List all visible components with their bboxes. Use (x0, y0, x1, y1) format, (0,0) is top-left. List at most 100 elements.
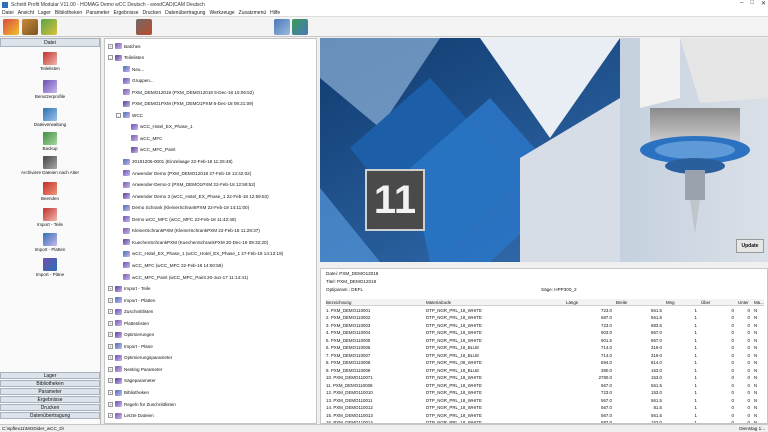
tree-node[interactable]: + Import - Platten (108, 296, 155, 304)
menu-parameter[interactable]: Parameter (86, 10, 109, 16)
panel-tab-parameter[interactable]: Parameter (0, 388, 100, 395)
panel-item-beenden[interactable]: Beenden (0, 182, 100, 201)
tree-node[interactable]: PXM_DEMO1PXM (PXM_DEMO1PXM 6-Dec-18 09:2… (116, 100, 253, 108)
tree-node[interactable]: + Batches (108, 42, 141, 50)
panel-tab-drucken[interactable]: Drucken (0, 404, 100, 411)
panel-header-datei[interactable]: Datei (0, 38, 100, 47)
table-row[interactable]: 11. PXM_DEMO110008 DTP_NGR_PRL_18_WHITE 56… (326, 382, 764, 389)
tree-node[interactable]: + Import - Teile (108, 285, 150, 293)
table-row[interactable]: 13. PXM_DEMO110011 DTP_NGR_PRL_18_WHITE 56… (326, 397, 764, 404)
panel-item-benutzerprofile[interactable]: Benutzerprofile (0, 80, 100, 99)
tree-node[interactable]: + Bibliotheken (108, 389, 149, 397)
menu-ansicht[interactable]: Ansicht (18, 10, 34, 16)
table-row[interactable]: 7. PXM_DEMO110007 DTP_NGR_PRL_18_BLUE 714.… (326, 352, 764, 359)
menu-ergebnisse[interactable]: Ergebnisse (113, 10, 138, 16)
expander-icon[interactable]: + (108, 286, 113, 292)
tree-node[interactable]: wCC_MFC (124, 134, 162, 142)
expander-icon[interactable]: + (108, 401, 113, 407)
tree-node[interactable]: Demo wCC_MFC (wCC_MFC 22-Feb-18 11:42:48… (116, 215, 236, 223)
tree-node[interactable]: - Teilelisten (108, 54, 144, 62)
close-icon[interactable]: ✕ (761, 0, 766, 7)
tree-node[interactable]: 20181205-0001 (Einzelaage 22-Feb-18 11:2… (116, 158, 233, 166)
menu-hilfe[interactable]: Hilfe (270, 10, 280, 16)
tree-node[interactable]: KleinerSchrankPXM (KleinerSchrankPXM 22-… (116, 227, 260, 235)
tree-node[interactable]: + Letzte Dateien (108, 412, 154, 420)
tree-node[interactable]: wCC_MFC_Paint (124, 146, 175, 154)
tree-node[interactable]: + Sägeparameter (108, 377, 156, 385)
tool-open-icon[interactable] (22, 19, 38, 35)
expander-icon[interactable]: + (108, 297, 113, 303)
table-row[interactable]: 8. PXM_DEMO110008 DTP_NGR_PRL_08_WHITE 694… (326, 359, 764, 366)
maximize-icon[interactable]: □ (750, 0, 754, 7)
table-row[interactable]: 2. PXM_DEMO110002 DTP_NGR_PRL_18_WHITE 687… (326, 314, 764, 321)
expander-icon[interactable]: + (108, 320, 113, 326)
table-row[interactable]: 12. PXM_DEMO110010 DTP_NGR_PRL_18_WHITE 72… (326, 389, 764, 396)
expander-icon[interactable]: - (116, 112, 121, 118)
expander-icon[interactable]: + (108, 366, 113, 372)
menu-datenuebertragung[interactable]: Datenübertragung (165, 10, 205, 16)
tree-node[interactable]: wCC_MFC_Paint (wCC_MFC_Paint 20-Jun-17 1… (116, 273, 248, 281)
tool-machine-icon[interactable] (274, 19, 290, 35)
panel-item-backup[interactable]: Backup (0, 132, 100, 151)
tree-node[interactable]: + Nesting Parameter (108, 365, 162, 373)
table-row[interactable]: 3. PXM_DEMO110003 DTP_NGR_PRL_18_WHITE 723… (326, 322, 764, 329)
expander-icon[interactable]: + (108, 309, 113, 315)
minimize-icon[interactable]: – (740, 0, 743, 7)
tree-node[interactable]: wCC_Hotel_EX_Phase_1 (wCC_Hotel_EX_Phase… (116, 250, 283, 258)
table-row[interactable]: 6. PXM_DEMO110006 DTP_NGR_PRL_18_BLUE 714.… (326, 344, 764, 351)
tree-node[interactable]: + Optimierungsparameter (108, 354, 172, 362)
panel-item-import-platten[interactable]: Import - Platten (0, 233, 100, 252)
update-button[interactable]: Update (736, 239, 764, 253)
expander-icon[interactable]: + (108, 378, 113, 384)
tree-node[interactable]: + Regeln für Zuschnittlisten (108, 400, 176, 408)
tree-node[interactable]: + Import - Pläne (108, 342, 153, 350)
tree-node[interactable]: Anwender Demo (PXM_DEMO12018 27-Feb-18 1… (116, 169, 251, 177)
table-row[interactable]: 14. PXM_DEMO110012 DTP_NGR_PRL_18_WHITE 56… (326, 404, 764, 411)
table-row[interactable]: 9. PXM_DEMO110009 DTP_NGR_PRL_18_BLUE 380.… (326, 367, 764, 374)
tree-node[interactable]: Anwender-Demo-2 (PXM_DEMO1PXM 22-Feb-18 … (116, 181, 255, 189)
panel-tab-bibliotheken[interactable]: Bibliotheken (0, 380, 100, 387)
tool-save-icon[interactable] (41, 19, 57, 35)
table-row[interactable]: 10. PXM_DEMO110071 DTP_NGR_PRL_18_WHITE 27… (326, 374, 764, 381)
expander-icon[interactable]: + (108, 355, 113, 361)
expander-icon[interactable]: + (108, 43, 113, 49)
panel-item-import-teile[interactable]: Import - Teile (0, 208, 100, 227)
expander-icon[interactable]: + (108, 413, 113, 419)
panel-tab-lager[interactable]: Lager (0, 372, 100, 379)
menu-lager[interactable]: Lager (38, 10, 51, 16)
table-row[interactable]: 4. PXM_DEMO110004 DTP_NGR_PRL_18_WHITE 903… (326, 329, 764, 336)
panel-item-teilelisten[interactable]: Teilelisten (0, 52, 100, 71)
tree-node[interactable]: wCC_Hotel_EX_Phase_1 (124, 123, 193, 131)
tree-node[interactable]: + Zuschnittlisten (108, 308, 153, 316)
tool-transfer-icon[interactable] (292, 19, 308, 35)
tree-node[interactable]: PXM_DEMO12018 (PXM_DEMO12018 5-Dec-18 10… (116, 88, 254, 96)
tree-node[interactable]: Demo Schrank (KleinerSchrankPXM 22-Feb-1… (116, 204, 249, 212)
tree-node[interactable]: - WCC (116, 111, 143, 119)
tree-node[interactable]: Gruppen... (116, 77, 154, 85)
expander-icon[interactable]: - (108, 55, 113, 61)
panel-tab-datenuebertragung[interactable]: Datenübertragung (0, 412, 100, 419)
panel-tab-ergebnisse[interactable]: Ergebnisse (0, 396, 100, 403)
tree-node[interactable]: + Optimierungen (108, 331, 154, 339)
panel-item-import-plaene[interactable]: Import - Pläne (0, 258, 100, 277)
menu-zusatzmenue[interactable]: Zusatzmenü (239, 10, 267, 16)
menu-bibliotheken[interactable]: Bibliotheken (55, 10, 82, 16)
tool-new-icon[interactable] (3, 19, 19, 35)
expander-icon[interactable]: + (108, 343, 113, 349)
table-row[interactable]: 15. PXM_DEMO110013 DTP_NGR_PRL_18_WHITE 56… (326, 412, 764, 419)
expander-icon[interactable]: + (108, 332, 113, 338)
panel-item-archiv[interactable]: Archiviere Dateien nach Alter (0, 156, 100, 175)
panel-item-dateiverwaltung[interactable]: Dateiverwaltung (0, 108, 100, 127)
menu-drucken[interactable]: Drucken (143, 10, 162, 16)
table-row[interactable]: 5. PXM_DEMO110005 DTP_NGR_PRL_18_WHITE 901… (326, 337, 764, 344)
menu-werkzeuge[interactable]: Werkzeuge (209, 10, 234, 16)
tree-node[interactable]: KuechenSchrankPXM (KuechenSchrankPXM 20-… (116, 238, 268, 246)
menu-datei[interactable]: Datei (2, 10, 14, 16)
tree-node[interactable]: + Plattenlisten (108, 319, 149, 327)
tree-node[interactable]: Neu... (116, 65, 144, 73)
tree-node[interactable]: Anwender Demo 3 (wCC_Hotel_EX_Phase_1 22… (116, 192, 269, 200)
table-row[interactable]: 1. PXM_DEMO110001 DTP_NGR_PRL_18_WHITE 723… (326, 307, 764, 314)
tool-optimize-icon[interactable] (136, 19, 152, 35)
tree-node[interactable]: wCC_MFC (wCC_MFC 22-Feb-18 14:50:59) (116, 261, 223, 269)
expander-icon[interactable]: + (108, 390, 113, 395)
